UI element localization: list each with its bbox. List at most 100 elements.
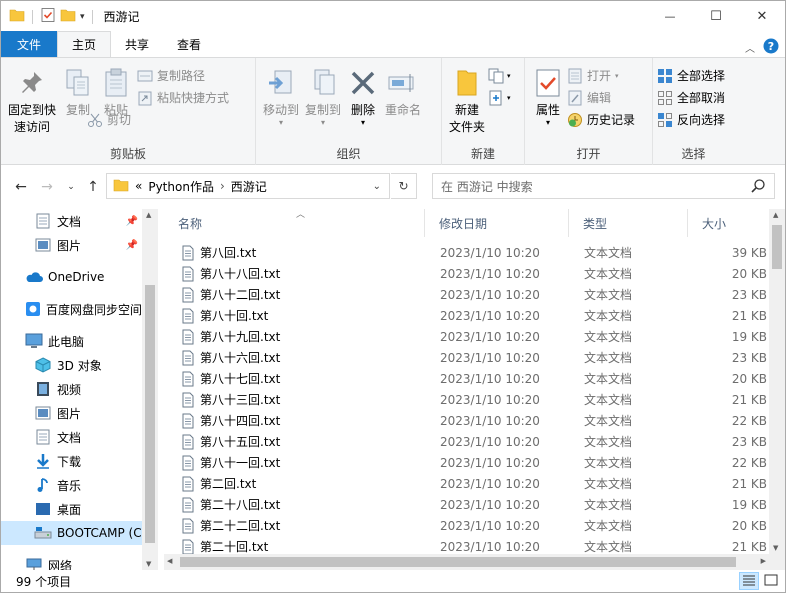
file-row[interactable]: 第八十一回.txt 2023/1/10 10:20 文本文档 22 KB [164,452,769,473]
address-dropdown-icon[interactable]: ⌄ [373,181,381,192]
scroll-left-icon[interactable]: ◀ [167,557,172,565]
properties-quick-icon[interactable] [40,7,56,26]
details-view-button[interactable] [739,572,759,590]
file-row[interactable]: 第八十四回.txt 2023/1/10 10:20 文本文档 22 KB [164,410,769,431]
file-list-horizontal-scrollbar[interactable]: ◀ ▶ [164,554,769,570]
nav-item-pictures-quick[interactable]: 图片 📌 [1,233,142,257]
scroll-up-icon[interactable]: ▲ [146,211,151,219]
nav-item-music[interactable]: 音乐 [1,473,142,497]
file-name: 第八十七回.txt [200,372,281,386]
breadcrumb-overflow[interactable]: « [135,179,142,193]
nav-item-bootcamp-drive[interactable]: BOOTCAMP (C [1,521,142,545]
nav-item-baidu-sync[interactable]: 百度网盘同步空间 [1,297,142,321]
file-name-cell: 第八十八回.txt [164,265,440,282]
file-row[interactable]: 第八十二回.txt 2023/1/10 10:20 文本文档 23 KB [164,284,769,305]
cut-button[interactable]: 剪切 [87,110,229,129]
file-row[interactable]: 第八十九回.txt 2023/1/10 10:20 文本文档 19 KB [164,326,769,347]
breadcrumb-separator[interactable]: › [220,179,225,193]
maximize-button[interactable]: ☐ [693,1,739,31]
document-icon [34,212,52,230]
copy-path-icon [137,68,153,84]
large-icons-view-button[interactable] [761,572,781,590]
file-row[interactable]: 第二回.txt 2023/1/10 10:20 文本文档 21 KB [164,473,769,494]
new-folder-quick-icon[interactable] [60,7,76,26]
scroll-right-icon[interactable]: ▶ [761,557,766,565]
file-date: 2023/1/10 10:20 [440,392,540,407]
tab-home[interactable]: 主页 [57,31,112,57]
customize-quick-access-icon[interactable]: ▾ [80,12,85,22]
file-row[interactable]: 第八回.txt 2023/1/10 10:20 文本文档 39 KB [164,242,769,263]
close-button[interactable]: ✕ [739,1,785,31]
nav-item-documents-quick[interactable]: 文档 📌 [1,209,142,233]
nav-item-videos[interactable]: 视频 [1,377,142,401]
text-file-icon [182,476,194,491]
tab-file[interactable]: 文件 [1,31,58,57]
nav-item-documents[interactable]: 文档 [1,425,142,449]
file-row[interactable]: 第八十七回.txt 2023/1/10 10:20 文本文档 20 KB [164,368,769,389]
search-input[interactable]: 在 西游记 中搜索 [441,178,533,195]
select-none-button[interactable]: 全部取消 [657,88,725,107]
select-all-button[interactable]: 全部选择 [657,66,725,85]
column-header-size[interactable]: 大小 [688,209,769,237]
recent-locations-button[interactable]: ⌄ [59,175,83,199]
file-row[interactable]: 第八十八回.txt 2023/1/10 10:20 文本文档 20 KB [164,263,769,284]
file-row[interactable]: 第八十六回.txt 2023/1/10 10:20 文本文档 23 KB [164,347,769,368]
vertical-scrollbar-thumb[interactable] [772,225,782,269]
nav-scrollbar-thumb[interactable] [145,285,155,543]
minimize-button[interactable]: — [647,1,693,31]
easy-access-icon[interactable]: ▾ [488,90,511,106]
refresh-button[interactable]: ↻ [391,173,417,199]
file-date: 2023/1/10 10:20 [440,266,540,281]
back-button[interactable]: ← [9,175,33,199]
file-row[interactable]: 第八十五回.txt 2023/1/10 10:20 文本文档 23 KB [164,431,769,452]
scroll-up-icon[interactable]: ▲ [773,211,778,219]
paste-shortcut-button[interactable]: 粘贴快捷方式 [137,88,229,107]
download-arrow-icon [34,452,52,470]
help-icon[interactable]: ? [763,38,779,57]
scroll-down-icon[interactable]: ▼ [146,560,151,568]
forward-button[interactable]: → [35,175,59,199]
file-size: 20 KB [731,266,767,281]
column-header-date[interactable]: 修改日期 [425,209,569,237]
new-item-icon[interactable]: ▾ [488,68,511,84]
svg-text:?: ? [768,40,774,53]
nav-item-pictures[interactable]: 图片 [1,401,142,425]
address-bar[interactable]: « Python作品 › 西游记 ⌄ [106,173,390,199]
nav-item-this-pc[interactable]: 此电脑 [1,329,142,353]
text-file-icon [182,245,194,260]
file-row[interactable]: 第二十八回.txt 2023/1/10 10:20 文本文档 19 KB [164,494,769,515]
text-file-icon [182,371,194,386]
tab-share[interactable]: 共享 [111,32,163,57]
drive-icon [34,524,52,542]
history-button[interactable]: 历史记录 [567,110,635,129]
column-header-type[interactable]: 类型 [569,209,688,237]
nav-item-downloads[interactable]: 下载 [1,449,142,473]
breadcrumb-python[interactable]: Python作品 [148,178,214,195]
column-header-name[interactable]: 名称 [164,209,425,237]
nav-item-network[interactable]: 网络 [1,553,142,570]
file-name: 第八十一回.txt [200,456,281,470]
file-list-vertical-scrollbar[interactable]: ▲ ▼ [769,209,785,554]
search-box[interactable]: 在 西游记 中搜索 [432,173,775,199]
copy-path-button[interactable]: 复制路径 [137,66,229,85]
nav-scrollbar[interactable]: ▲ ▼ [142,209,158,570]
breadcrumb-xiyouji[interactable]: 西游记 [231,178,267,195]
open-button[interactable]: 打开 ▾ [567,66,635,85]
nav-item-desktop[interactable]: 桌面 [1,497,142,521]
file-name-cell: 第八十七回.txt [164,370,440,387]
collapse-ribbon-icon[interactable]: ︿ [745,40,755,55]
edit-button[interactable]: 编辑 [567,88,635,107]
nav-item-3d-objects[interactable]: 3D 对象 [1,353,142,377]
tab-view[interactable]: 查看 [163,32,215,57]
up-button[interactable]: ↑ [81,175,105,199]
invert-selection-button[interactable]: 反向选择 [657,110,725,129]
file-name: 第八十六回.txt [200,351,281,365]
file-row[interactable]: 第二十二回.txt 2023/1/10 10:20 文本文档 20 KB [164,515,769,536]
file-date: 2023/1/10 10:20 [440,497,540,512]
file-row[interactable]: 第八十三回.txt 2023/1/10 10:20 文本文档 21 KB [164,389,769,410]
nav-item-onedrive[interactable]: OneDrive [1,265,142,289]
file-date: 2023/1/10 10:20 [440,434,540,449]
scroll-down-icon[interactable]: ▼ [773,544,778,552]
horizontal-scrollbar-thumb[interactable] [180,557,736,567]
file-row[interactable]: 第八十回.txt 2023/1/10 10:20 文本文档 21 KB [164,305,769,326]
